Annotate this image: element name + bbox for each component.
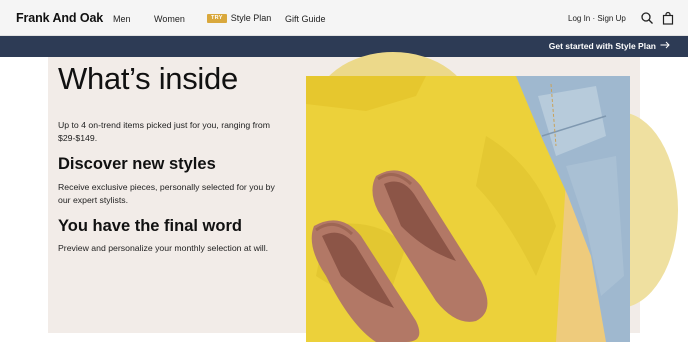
arrow-right-icon <box>660 41 670 51</box>
product-photo <box>306 76 630 342</box>
page-title: What’s inside <box>58 61 238 96</box>
login-signup-link[interactable]: Log In · Sign Up <box>568 14 626 23</box>
top-navigation: Frank And Oak Men Women TRY Style Plan G… <box>0 0 688 36</box>
nav-item-gift-guide[interactable]: Gift Guide <box>285 14 326 24</box>
nav-item-style-plan[interactable]: TRY Style Plan <box>207 13 271 23</box>
get-started-label: Get started with Style Plan <box>548 41 656 51</box>
try-badge: TRY <box>207 13 227 23</box>
section-heading-discover: Discover new styles <box>58 155 216 173</box>
nav-item-women[interactable]: Women <box>154 14 185 24</box>
section-body-discover: Receive exclusive pieces, personally sel… <box>58 182 275 205</box>
intro-text: Up to 4 on-trend items picked just for y… <box>58 120 270 143</box>
get-started-link[interactable]: Get started with Style Plan <box>549 41 670 51</box>
promo-banner: Get started with Style Plan <box>0 36 688 57</box>
brand-logo[interactable]: Frank And Oak <box>16 11 103 25</box>
section-body-final-word: Preview and personalize your monthly sel… <box>58 243 269 253</box>
nav-item-men[interactable]: Men <box>113 14 131 24</box>
nav-item-style-plan-label: Style Plan <box>230 13 272 23</box>
section-heading-final-word: You have the final word <box>58 217 242 235</box>
shopping-bag-icon[interactable] <box>661 11 675 25</box>
search-icon[interactable] <box>640 11 654 25</box>
